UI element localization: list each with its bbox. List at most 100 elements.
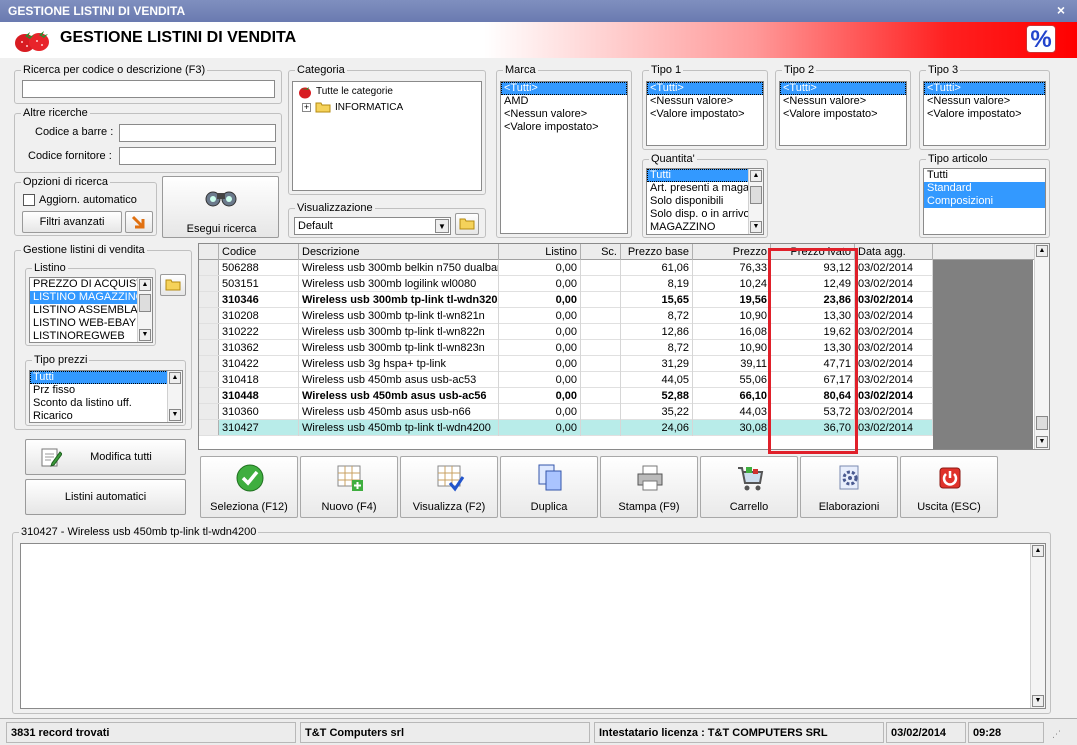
supplier-code-input[interactable] [119,147,276,165]
view-folder-button[interactable] [455,213,479,235]
automatic-pricelists-button[interactable]: Listini automatici [25,479,186,515]
row-indicator[interactable] [199,308,219,323]
search-input[interactable] [22,80,275,98]
type2-item[interactable]: <Tutti> [780,82,906,95]
category-tree[interactable]: Tutte le categorie + INFORMATICA [292,81,482,191]
article-type-item[interactable]: Composizioni [924,195,1045,208]
row-indicator[interactable] [199,260,219,275]
row-indicator[interactable] [199,340,219,355]
row-indicator[interactable] [199,276,219,291]
quantity-list[interactable]: Tutti Art. presenti a magazzino Solo dis… [646,168,764,235]
price-type-item[interactable]: Ricarico [30,410,182,422]
quantity-item[interactable]: Solo disp. o in arrivo [647,208,763,221]
price-type-item[interactable]: Tutti [30,371,182,384]
pricelist-folder-button[interactable] [160,274,186,296]
type1-item[interactable]: <Nessun valore> [647,95,763,108]
print-button[interactable]: Stampa (F9) [600,456,698,518]
scroll-up-icon[interactable]: ▲ [169,372,181,384]
quantity-item[interactable]: MAGAZZINO [647,221,763,234]
article-type-item[interactable]: Tutti [924,169,1045,182]
duplicate-button[interactable]: Duplica [500,456,598,518]
article-type-list[interactable]: Tutti Standard Composizioni [923,168,1046,235]
pricelist-item[interactable]: PREZZO DI ACQUISTO [30,278,152,291]
type1-item[interactable]: <Valore impostato> [647,108,763,121]
execute-search-button[interactable]: Esegui ricerca [162,176,279,238]
view-button[interactable]: Visualizza (F2) [400,456,498,518]
quantity-item[interactable]: Tutti [647,169,763,182]
processing-button[interactable]: Elaborazioni [800,456,898,518]
quantity-item[interactable]: Solo disponibili [647,195,763,208]
price-type-item[interactable]: Sconto da listino uff. [30,397,182,410]
new-button[interactable]: Nuovo (F4) [300,456,398,518]
type1-list[interactable]: <Tutti> <Nessun valore> <Valore impostat… [646,81,764,146]
chevron-down-icon[interactable]: ▼ [435,219,449,233]
expand-icon[interactable]: + [302,103,311,112]
row-indicator[interactable] [199,324,219,339]
type3-list[interactable]: <Tutti> <Nessun valore> <Valore impostat… [923,81,1046,146]
scroll-thumb[interactable] [750,186,762,204]
pricelist-item[interactable]: LISTINO WEB-EBAY [30,317,152,330]
pricelist-item[interactable]: LISTINO MAGAZZINO [30,291,152,304]
pricelist-item[interactable]: LISTINO ASSEMBLATORI [30,304,152,317]
advanced-filters-button[interactable]: Filtri avanzati [22,211,122,233]
scroll-down-icon[interactable]: ▼ [1036,436,1048,448]
brand-item[interactable]: <Nessun valore> [501,108,627,121]
row-indicator[interactable] [199,356,219,371]
row-indicator[interactable] [199,404,219,419]
type1-item[interactable]: <Tutti> [647,82,763,95]
cart-button[interactable]: Carrello [700,456,798,518]
scroll-down-icon[interactable]: ▼ [139,329,151,341]
brand-item[interactable]: AMD [501,95,627,108]
row-indicator[interactable] [199,292,219,307]
header-descrizione[interactable]: Descrizione [299,244,499,260]
row-indicator[interactable] [199,372,219,387]
scroll-up-icon[interactable]: ▲ [1032,545,1044,557]
price-type-list[interactable]: Tutti Prz fisso Sconto da listino uff. R… [29,370,183,423]
close-icon[interactable]: × [1053,2,1069,18]
brand-item[interactable]: <Valore impostato> [501,121,627,134]
modify-all-button[interactable]: Modifica tutti [25,439,186,475]
type3-item[interactable]: <Valore impostato> [924,108,1045,121]
detail-textarea[interactable]: ▲ ▼ [20,543,1046,709]
type2-item[interactable]: <Nessun valore> [780,95,906,108]
pricelist-list[interactable]: PREZZO DI ACQUISTO LISTINO MAGAZZINO LIS… [29,277,153,343]
detail-scrollbar[interactable]: ▲ ▼ [1030,544,1045,708]
scroll-thumb[interactable] [139,294,151,312]
resize-grip-icon[interactable]: ⋰ [1052,729,1064,741]
brand-item[interactable]: <Tutti> [501,82,627,95]
quantity-scrollbar[interactable]: ▲ ▼ [748,169,763,234]
type3-item[interactable]: <Tutti> [924,82,1045,95]
price-type-item[interactable]: Prz fisso [30,384,182,397]
brand-list[interactable]: <Tutti> AMD <Nessun valore> <Valore impo… [500,81,628,234]
category-informatica[interactable]: INFORMATICA [335,102,403,113]
category-root[interactable]: Tutte le categorie [316,86,393,97]
type2-list[interactable]: <Tutti> <Nessun valore> <Valore impostat… [779,81,907,146]
header-listino[interactable]: Listino [499,244,581,260]
header-sc[interactable]: Sc. [581,244,621,260]
price-type-scrollbar[interactable]: ▲ ▼ [167,371,182,422]
scroll-up-icon[interactable]: ▲ [750,170,762,182]
header-prezzo-base[interactable]: Prezzo base [621,244,693,260]
exit-button[interactable]: Uscita (ESC) [900,456,998,518]
filter-arrow-button[interactable] [125,211,153,233]
header-prezzo[interactable]: Prezzo [693,244,771,260]
scroll-down-icon[interactable]: ▼ [750,221,762,233]
quantity-item[interactable]: Art. presenti a magazzino [647,182,763,195]
barcode-input[interactable] [119,124,276,142]
pricelist-scrollbar[interactable]: ▲ ▼ [137,278,152,342]
header-data-agg[interactable]: Data agg. [855,244,933,260]
grid-scrollbar[interactable]: ▲ ▼ [1034,244,1049,449]
row-indicator[interactable] [199,420,219,435]
scroll-thumb[interactable] [1036,416,1048,430]
scroll-up-icon[interactable]: ▲ [139,279,151,291]
header-codice[interactable]: Codice [219,244,299,260]
type2-item[interactable]: <Valore impostato> [780,108,906,121]
pricelist-item[interactable]: LISTINOREGWEB [30,330,152,342]
articles-grid[interactable]: Codice Descrizione Listino Sc. Prezzo ba… [198,243,1050,450]
article-type-item[interactable]: Standard [924,182,1045,195]
scroll-down-icon[interactable]: ▼ [169,409,181,421]
select-button[interactable]: Seleziona (F12) [200,456,298,518]
scroll-up-icon[interactable]: ▲ [1036,245,1048,257]
auto-update-checkbox[interactable] [23,194,35,206]
row-indicator[interactable] [199,388,219,403]
